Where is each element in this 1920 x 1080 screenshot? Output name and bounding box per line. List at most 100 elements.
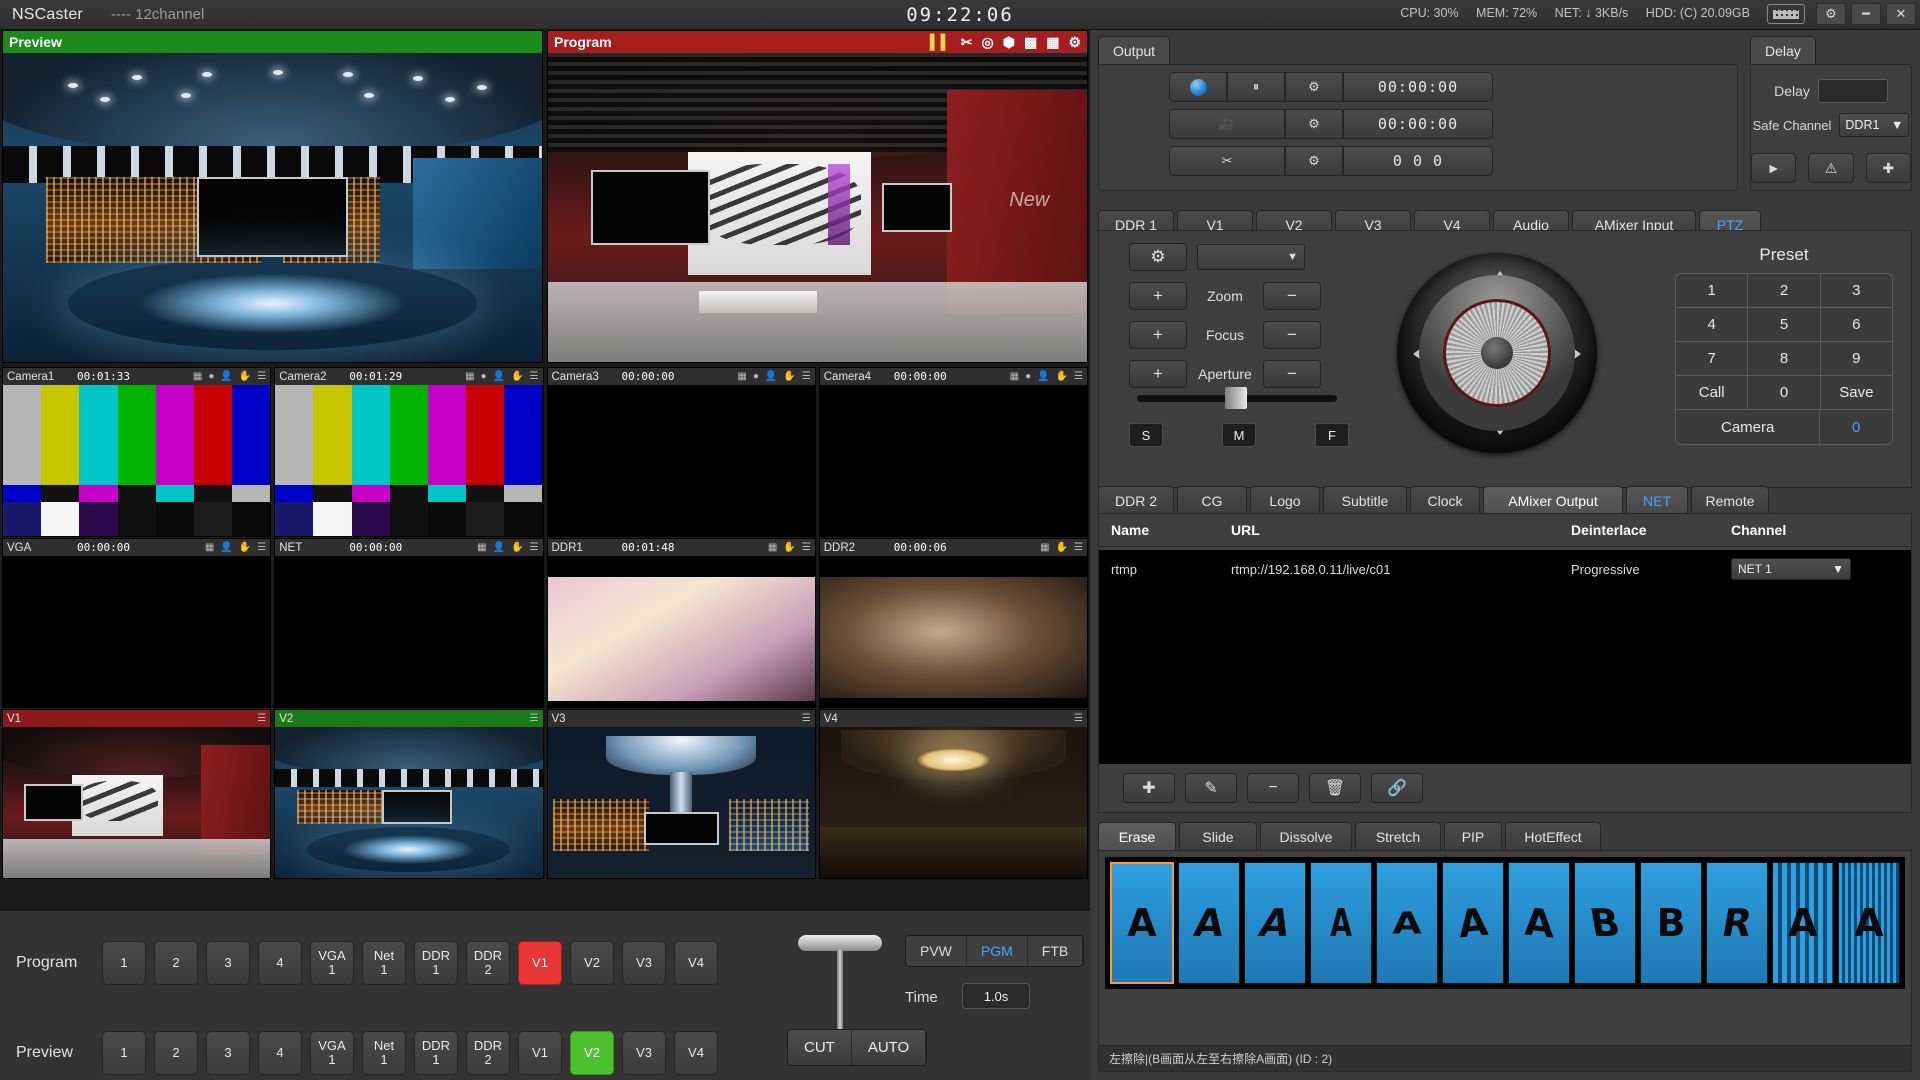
effect-item[interactable]: A	[1772, 862, 1834, 984]
link-icon[interactable]: 🔗	[1371, 773, 1423, 803]
thumb-vga[interactable]: VGA 00:00:00 ▦ 👤 ✋ ☰	[2, 538, 272, 708]
menu-icon[interactable]: ☰	[1074, 713, 1083, 724]
tab-clock[interactable]: Clock	[1410, 486, 1480, 516]
pgm-btn-ddr1[interactable]: DDR 1	[414, 941, 458, 985]
slider-knob[interactable]	[1225, 387, 1247, 409]
person-icon[interactable]: 👤	[220, 371, 232, 382]
record-icon[interactable]: ●	[481, 371, 487, 382]
thumb-v4[interactable]: V4 ☰	[818, 709, 1088, 879]
grid-icon[interactable]: ▦	[1040, 542, 1049, 553]
preset-key-2[interactable]: 2	[1748, 274, 1821, 308]
preset-key-7[interactable]: 7	[1676, 342, 1749, 376]
pgm-btn-v3[interactable]: V3	[622, 941, 666, 985]
pgm-btn-2[interactable]: 2	[154, 941, 198, 985]
pgm-btn-v1[interactable]: V1	[518, 941, 562, 985]
person-icon[interactable]: 👤	[493, 542, 505, 553]
pgm-btn-1[interactable]: 1	[102, 941, 146, 985]
grid-icon[interactable]: ▦	[205, 542, 214, 553]
tab-slide[interactable]: Slide	[1179, 822, 1257, 852]
preset-call-button[interactable]: Call	[1676, 376, 1749, 410]
preset-save-button[interactable]: Save	[1820, 376, 1892, 410]
pgm-btn-3[interactable]: 3	[206, 941, 250, 985]
pgm-btn-vga1[interactable]: VGA 1	[310, 941, 354, 985]
record-icon[interactable]: ⬢	[1003, 34, 1015, 51]
menu-icon[interactable]: ☰	[1074, 542, 1083, 553]
zoom-decrease-button[interactable]: −	[1263, 282, 1321, 310]
hand-icon[interactable]: ✋	[511, 542, 523, 553]
person-icon[interactable]: 👤	[1037, 371, 1049, 382]
hand-icon[interactable]: ✋	[783, 542, 795, 553]
thumb-net[interactable]: NET 00:00:00 ▦ 👤 ✋ ☰	[274, 538, 544, 708]
pvw-btn-4[interactable]: 4	[258, 1031, 302, 1075]
tab-logo[interactable]: Logo	[1250, 486, 1320, 516]
tab-amixer-output[interactable]: AMixer Output	[1483, 486, 1623, 516]
pvw-btn-3[interactable]: 3	[206, 1031, 250, 1075]
mode-pvw[interactable]: PVW	[906, 936, 967, 966]
projector-icon[interactable]: ▩	[1024, 34, 1037, 51]
clip-button[interactable]: ✂	[1169, 146, 1285, 176]
pvw-btn-ddr2[interactable]: DDR 2	[466, 1031, 510, 1075]
grid-icon[interactable]: ▦	[768, 542, 777, 553]
pvw-btn-v1[interactable]: V1	[518, 1031, 562, 1075]
hand-icon[interactable]: ✋	[511, 371, 523, 382]
broadcast-icon[interactable]: ◎	[982, 34, 994, 51]
ptz-preset-select[interactable]: ▼	[1197, 244, 1305, 270]
menu-icon[interactable]: ☰	[1074, 371, 1083, 382]
pvw-btn-v2[interactable]: V2	[570, 1031, 614, 1075]
camera-record-button[interactable]: 🎥	[1169, 109, 1285, 139]
pgm-btn-v4[interactable]: V4	[674, 941, 718, 985]
pvw-btn-2[interactable]: 2	[154, 1031, 198, 1075]
t-bar[interactable]	[790, 931, 890, 1041]
cut-button[interactable]: CUT	[788, 1030, 852, 1065]
camera-number[interactable]: 0	[1820, 410, 1892, 444]
effect-item[interactable]: A	[1244, 862, 1306, 984]
pvw-btn-ddr1[interactable]: DDR 1	[414, 1031, 458, 1075]
delay-add-button[interactable]: ✚	[1865, 153, 1911, 183]
edit-icon[interactable]: ✎	[1185, 773, 1237, 803]
pvw-btn-net1[interactable]: Net 1	[362, 1031, 406, 1075]
record-icon[interactable]: ●	[753, 371, 759, 382]
program-monitor[interactable]: Program ▍▍ ✂ ◎ ⬢ ▩ ▦ ⚙ New	[547, 30, 1088, 363]
tab-cg[interactable]: CG	[1177, 486, 1247, 516]
menu-icon[interactable]: ☰	[530, 542, 539, 553]
zoom-increase-button[interactable]: +	[1129, 282, 1187, 310]
tab-remote[interactable]: Remote	[1691, 486, 1769, 516]
record-icon[interactable]: ●	[1025, 371, 1031, 382]
thumb-camera1[interactable]: Camera1 00:01:33 ▦ ● 👤 ✋ ☰	[2, 367, 272, 537]
close-icon[interactable]: ✕	[1886, 3, 1916, 25]
remove-icon[interactable]: −	[1247, 773, 1299, 803]
joystick-hub[interactable]	[1481, 337, 1513, 369]
tab-net[interactable]: NET	[1626, 486, 1688, 516]
effect-item[interactable]: A	[1442, 862, 1504, 984]
pvw-btn-1[interactable]: 1	[102, 1031, 146, 1075]
delete-icon[interactable]: 🗑	[1309, 773, 1361, 803]
hand-icon[interactable]: ✋	[1056, 371, 1068, 382]
row-channel-select[interactable]: NET 1 ▼	[1731, 558, 1851, 580]
focus-decrease-button[interactable]: −	[1263, 321, 1321, 349]
grid-icon[interactable]: ▦	[1046, 34, 1059, 51]
preset-key-8[interactable]: 8	[1748, 342, 1821, 376]
hand-icon[interactable]: ✋	[783, 371, 795, 382]
thumb-camera2[interactable]: Camera2 00:01:29 ▦ ● 👤 ✋ ☰	[274, 367, 544, 537]
speed-fast-button[interactable]: F	[1315, 423, 1349, 447]
thumb-camera3[interactable]: Camera3 00:00:00 ▦ ● 👤 ✋ ☰	[546, 367, 816, 537]
clip-settings-button[interactable]: ⚙	[1285, 146, 1343, 176]
effect-item[interactable]: B	[1640, 862, 1702, 984]
auto-button[interactable]: AUTO	[851, 1030, 927, 1065]
grid-icon[interactable]: ▦	[737, 371, 746, 382]
menu-icon[interactable]: ☰	[802, 713, 811, 724]
record-pause-button[interactable]: ⏸	[1227, 72, 1285, 102]
ptz-joystick[interactable]	[1397, 253, 1597, 453]
hand-icon[interactable]: ✋	[1056, 542, 1068, 553]
transition-time-value[interactable]: 1.0s	[962, 983, 1030, 1009]
pvw-btn-v4[interactable]: V4	[674, 1031, 718, 1075]
tab-subtitle[interactable]: Subtitle	[1323, 486, 1407, 516]
tab-pip[interactable]: PIP	[1444, 822, 1502, 852]
effect-item[interactable]: A	[1110, 862, 1174, 984]
thumb-v1[interactable]: V1 ☰	[2, 709, 272, 879]
gear-icon[interactable]: ⚙	[1068, 34, 1081, 51]
gear-icon[interactable]: ⚙	[1816, 3, 1846, 25]
menu-icon[interactable]: ☰	[530, 713, 539, 724]
pgm-btn-4[interactable]: 4	[258, 941, 302, 985]
effect-item[interactable]: R	[1706, 862, 1768, 984]
